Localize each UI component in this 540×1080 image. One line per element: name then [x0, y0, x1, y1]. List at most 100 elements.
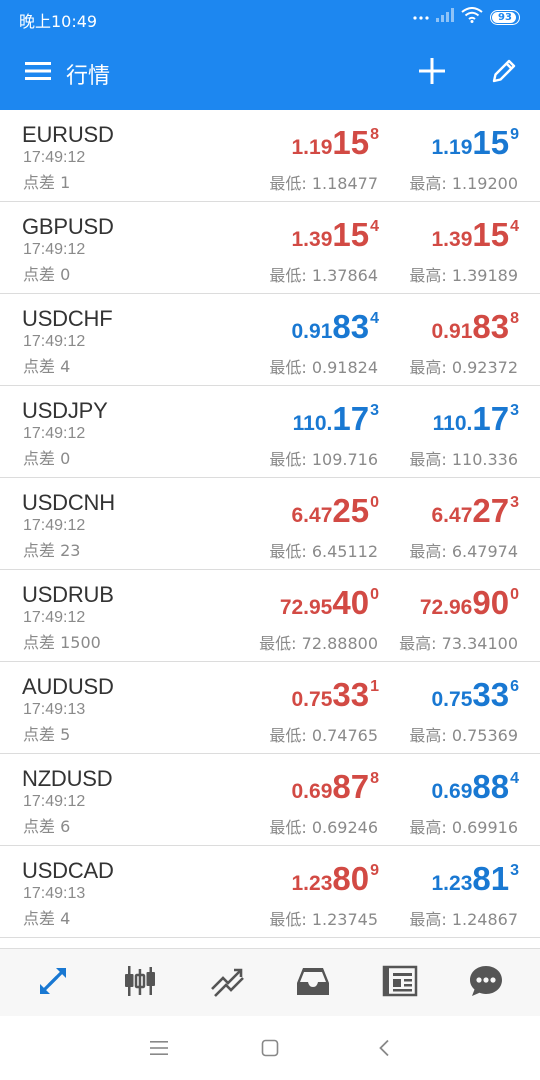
spread: 点差 5: [23, 721, 70, 745]
bid-price-prefix: 0.91: [291, 320, 333, 343]
quote-row-eurusd[interactable]: EURUSD 17:49:12 点差 1 1.19158 1.19159 最低:…: [0, 110, 540, 202]
ask-price: 6.47273: [431, 492, 520, 529]
inbox-icon: [295, 963, 331, 1004]
spread-value: 1500: [60, 633, 101, 652]
page-title: 行情: [66, 64, 111, 89]
symbol-name: GBPUSD: [22, 214, 114, 239]
bid-price: 6.47250: [292, 492, 380, 529]
bid-price: 110.173: [293, 400, 379, 437]
status-icons: 93: [413, 6, 520, 26]
bid-price-pips: 25: [332, 492, 370, 529]
low-label: 最低:: [259, 634, 297, 653]
ask-price: 1.23813: [432, 860, 520, 897]
edit-icon[interactable]: [489, 56, 519, 86]
low-value: 1.23745: [311, 910, 378, 929]
spread-value: 6: [60, 817, 71, 836]
bid-price-point: 4: [370, 218, 379, 235]
ask-price-point: 4: [510, 770, 519, 787]
system-menu-icon[interactable]: [146, 1036, 172, 1060]
high-value: 1.39189: [451, 266, 518, 285]
spread-value: 0: [60, 449, 71, 468]
bottom-tab-bar: [0, 948, 540, 1016]
system-home-icon[interactable]: [257, 1036, 283, 1060]
low-price: 最低: 72.88800: [259, 630, 378, 654]
trade-lines-icon: [209, 963, 245, 1004]
spread: 点差 4: [23, 905, 70, 929]
low-label: 最低:: [269, 542, 307, 561]
ask-price-pips: 15: [472, 124, 510, 161]
spread: 点差 1: [23, 169, 70, 193]
tab-trade[interactable]: [207, 963, 247, 1003]
bid-price: 72.95400: [279, 584, 379, 621]
high-label: 最高:: [399, 634, 437, 653]
low-value: 0.91824: [311, 358, 378, 377]
bid-price: 0.69878: [291, 768, 380, 805]
ask-price-point: 4: [510, 218, 519, 235]
bid-price-prefix: 72.95: [279, 596, 333, 619]
bid-price-pips: 80: [332, 860, 370, 897]
tab-chart[interactable]: [120, 963, 160, 1003]
ask-price: 0.91838: [432, 308, 520, 345]
tab-messages[interactable]: [466, 963, 506, 1003]
low-value: 72.88800: [301, 634, 378, 653]
spread-label: 点差: [23, 173, 56, 192]
quote-row-usdcnh[interactable]: USDCNH 17:49:12 点差 23 6.47250 6.47273 最低…: [0, 478, 540, 570]
spread: 点差 6: [23, 813, 70, 837]
spread-label: 点差: [23, 449, 56, 468]
quote-time: 17:49:12: [23, 609, 86, 626]
spread-label: 点差: [23, 265, 56, 284]
quote-row-usdrub[interactable]: USDRUB 17:49:12 点差 1500 72.95400 72.9690…: [0, 570, 540, 662]
ask-price: 1.39154: [431, 216, 520, 253]
bid-price-pips: 33: [332, 676, 370, 713]
ask-price-prefix: 1.39: [431, 228, 473, 251]
app-bar: 行情: [0, 34, 540, 110]
spread-value: 4: [60, 909, 71, 928]
ask-price-pips: 88: [472, 768, 510, 805]
ask-price-prefix: 6.47: [431, 504, 473, 527]
bid-price-point: 1: [370, 678, 379, 695]
spread-value: 1: [60, 173, 71, 192]
spread-label: 点差: [23, 541, 56, 560]
tab-history[interactable]: [293, 963, 333, 1003]
bid-price-pips: 40: [332, 584, 370, 621]
quote-row-gbpusd[interactable]: GBPUSD 17:49:12 点差 0 1.39154 1.39154 最低:…: [0, 202, 540, 294]
ask-price-prefix: 0.75: [431, 688, 473, 711]
quote-row-nzdusd[interactable]: NZDUSD 17:49:12 点差 6 0.69878 0.69884 最低:…: [0, 754, 540, 846]
ask-price-pips: 17: [472, 400, 510, 437]
spread: 点差 23: [23, 537, 80, 561]
high-price: 最高: 1.24867: [409, 906, 518, 930]
bid-price-pips: 83: [332, 308, 370, 345]
bid-price-point: 0: [370, 494, 379, 511]
bid-price-prefix: 1.23: [291, 872, 333, 895]
spread: 点差 0: [23, 445, 70, 469]
quote-row-usdchf[interactable]: USDCHF 17:49:12 点差 4 0.91834 0.91838 最低:…: [0, 294, 540, 386]
bid-price-prefix: 0.69: [291, 780, 333, 803]
tab-quotes[interactable]: [33, 963, 73, 1003]
system-back-icon[interactable]: [371, 1036, 397, 1060]
menu-icon[interactable]: [25, 60, 51, 82]
bid-price-pips: 87: [332, 768, 370, 805]
low-price: 最低: 6.45112: [269, 538, 378, 562]
symbol-name: USDJPY: [22, 398, 108, 423]
battery-icon: 93: [490, 9, 520, 25]
symbol-name: USDCNH: [22, 490, 115, 515]
quote-row-usdjpy[interactable]: USDJPY 17:49:12 点差 0 110.173 110.173 最低:…: [0, 386, 540, 478]
low-price: 最低: 0.69246: [269, 814, 378, 838]
symbol-name: EURUSD: [22, 122, 114, 147]
low-label: 最低:: [269, 910, 307, 929]
quote-row-audusd[interactable]: AUDUSD 17:49:13 点差 5 0.75331 0.75336 最低:…: [0, 662, 540, 754]
spread-label: 点差: [23, 357, 56, 376]
quotes-list[interactable]: EURUSD 17:49:12 点差 1 1.19158 1.19159 最低:…: [0, 110, 540, 948]
quote-time: 17:49:13: [23, 885, 86, 902]
high-value: 110.336: [451, 450, 518, 469]
spread-value: 0: [60, 265, 71, 284]
high-price: 最高: 6.47974: [409, 538, 518, 562]
tab-news[interactable]: [380, 963, 420, 1003]
ask-price-pips: 81: [472, 860, 510, 897]
bid-price-pips: 17: [332, 400, 370, 437]
quote-row-usdcad[interactable]: USDCAD 17:49:13 点差 4 1.23809 1.23813 最低:…: [0, 846, 540, 938]
high-value: 0.75369: [451, 726, 518, 745]
add-icon[interactable]: [417, 56, 447, 86]
high-label: 最高:: [409, 266, 447, 285]
quotes-arrows-icon: [35, 963, 71, 1004]
